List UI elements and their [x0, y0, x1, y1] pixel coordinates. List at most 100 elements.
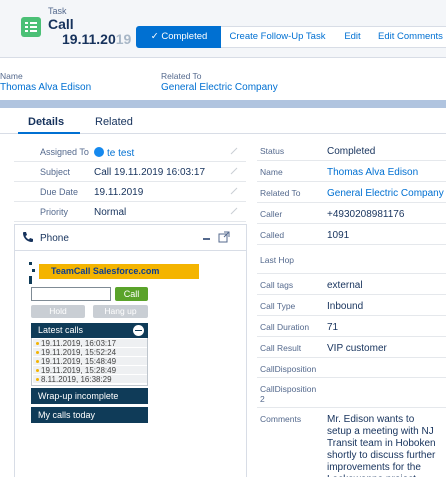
phone-panel-header: Phone — [15, 225, 246, 251]
field-value: Call 19.11.2019 16:03:17 — [94, 167, 206, 178]
collapse-icon[interactable] — [133, 325, 144, 336]
latest-calls-header[interactable]: Latest calls — [31, 323, 148, 338]
field-label: Assigned To — [40, 147, 89, 157]
field-call-type: Call Type Inbound — [257, 295, 446, 316]
hold-button[interactable]: Hold — [31, 305, 85, 318]
field-value: external — [327, 280, 363, 291]
latest-call-item[interactable]: 8.11.2019, 16:38:29 — [33, 375, 147, 384]
completed-button-label: Completed — [161, 31, 208, 42]
field-value: Normal — [94, 207, 127, 218]
field-value: Completed — [327, 146, 376, 157]
task-icon — [21, 17, 41, 37]
field-call-result: Call Result VIP customer — [257, 337, 446, 358]
field-status: Status Completed — [257, 140, 446, 161]
highlight-related-link[interactable]: General Electric Company — [161, 82, 278, 93]
pencil-icon[interactable] — [230, 147, 238, 155]
dial-number-input[interactable] — [31, 287, 111, 301]
field-label: CallDisposition 2 — [260, 384, 317, 404]
tab-bar: Details Related — [0, 108, 446, 134]
user-icon — [94, 147, 104, 157]
record-header: Task Call 19.11.2019 ✓ Completed Create … — [0, 0, 446, 58]
field-due-date: Due Date 19.11.2019 — [14, 182, 246, 202]
field-label: Status — [260, 146, 285, 156]
field-priority: Priority Normal — [14, 202, 246, 222]
field-label: Due Date — [40, 187, 79, 197]
minimize-icon[interactable] — [203, 238, 210, 240]
field-label: Called — [260, 230, 285, 240]
field-subject: Subject Call 19.11.2019 16:03:17 — [14, 162, 246, 182]
record-detail-card: Details Related Assigned To te test Subj… — [0, 108, 446, 477]
record-title: Call — [48, 16, 74, 32]
field-value[interactable]: te test — [94, 147, 134, 159]
field-call-disposition-2: CallDisposition 2 — [257, 378, 446, 408]
assigned-user-link[interactable]: te test — [107, 148, 134, 159]
check-icon: ✓ — [150, 31, 159, 42]
field-label: CallDisposition — [260, 364, 317, 374]
tab-details[interactable]: Details — [28, 116, 64, 128]
highlight-name-link[interactable]: Thomas Alva Edison — [0, 82, 91, 93]
field-assigned-to: Assigned To te test — [14, 142, 246, 162]
call-button[interactable]: Call — [115, 287, 148, 301]
field-label: Last Hop — [260, 255, 295, 265]
field-value: 1091 — [327, 230, 350, 241]
edit-comments-button[interactable]: Edit Comments — [371, 26, 446, 48]
field-call-tags: Call tags external — [257, 274, 446, 295]
highlights-panel: Name Thomas Alva Edison Related To Gener… — [0, 58, 446, 100]
pencil-icon[interactable] — [230, 207, 238, 215]
create-follow-up-task-button[interactable]: Create Follow-Up Task — [221, 26, 335, 48]
object-type-label: Task — [48, 6, 67, 16]
field-value: VIP customer — [327, 343, 387, 354]
phone-icon — [23, 232, 33, 242]
related-to-link[interactable]: General Electric Company — [327, 188, 444, 200]
record-date-visible: 19.11.20 — [62, 31, 116, 47]
field-call-duration: Call Duration 71 — [257, 316, 446, 337]
field-called: Called 1091 — [257, 224, 446, 245]
field-value: 71 — [327, 322, 339, 333]
completed-button[interactable]: ✓ Completed — [136, 26, 222, 48]
pencil-icon[interactable] — [230, 187, 238, 195]
comments-text: Mr. Edison wants to setup a meeting with… — [327, 414, 436, 477]
latest-calls-list: 19.11.2019, 16:03:17 19.11.2019, 15:52:2… — [31, 338, 148, 386]
field-value: +4930208981176 — [327, 209, 405, 220]
field-label: Call Duration — [260, 322, 310, 332]
wrap-up-incomplete-button[interactable]: Wrap-up incomplete — [31, 388, 148, 404]
latest-call-item[interactable]: 19.11.2019, 15:52:24 — [33, 348, 147, 357]
field-label: Related To — [260, 188, 301, 198]
my-calls-today-button[interactable]: My calls today — [31, 407, 148, 423]
highlight-name-label: Name — [0, 71, 23, 81]
phone-panel-title: Phone — [40, 233, 69, 244]
field-label: Call Type — [260, 301, 296, 311]
pop-out-icon[interactable] — [218, 231, 230, 243]
field-related-to: Related To General Electric Company — [257, 182, 446, 203]
field-caller: Caller +4930208981176 — [257, 203, 446, 224]
field-value: Inbound — [327, 301, 364, 312]
latest-call-item[interactable]: 19.11.2019, 15:28:49 — [33, 366, 147, 375]
field-call-disposition: CallDisposition — [257, 358, 446, 378]
field-label: Name — [260, 167, 283, 177]
field-label: Comments — [260, 414, 302, 424]
field-comments: Comments Mr. Edison wants to setup a mee… — [257, 408, 446, 477]
field-label: Call Result — [260, 343, 302, 353]
edit-button[interactable]: Edit — [334, 26, 372, 48]
field-label: Caller — [260, 209, 283, 219]
record-date-faded: 19 — [115, 31, 132, 47]
active-tab-indicator — [18, 132, 80, 134]
field-value: 19.11.2019 — [94, 187, 144, 198]
highlight-related-label: Related To — [161, 71, 202, 81]
latest-call-item[interactable]: 19.11.2019, 16:03:17 — [33, 339, 147, 348]
phone-panel: Phone TeamCall Salesforce.com Call Hold … — [14, 224, 247, 477]
field-label: Call tags — [260, 280, 294, 290]
teamcall-logo-icon — [29, 262, 35, 284]
section-divider — [0, 100, 446, 108]
hang-up-button[interactable]: Hang up — [93, 305, 148, 318]
field-label: Priority — [40, 207, 69, 217]
field-name: Name Thomas Alva Edison — [257, 161, 446, 182]
name-link[interactable]: Thomas Alva Edison — [327, 167, 418, 179]
field-label: Subject — [40, 167, 71, 177]
tab-related[interactable]: Related — [95, 116, 133, 128]
record-date: 19.11.2019 — [62, 32, 131, 46]
field-last-hop: Last Hop — [257, 245, 446, 274]
pencil-icon[interactable] — [230, 167, 238, 175]
teamcall-brand-bar: TeamCall Salesforce.com — [39, 264, 199, 279]
latest-call-item[interactable]: 19.11.2019, 15:48:49 — [33, 357, 147, 366]
